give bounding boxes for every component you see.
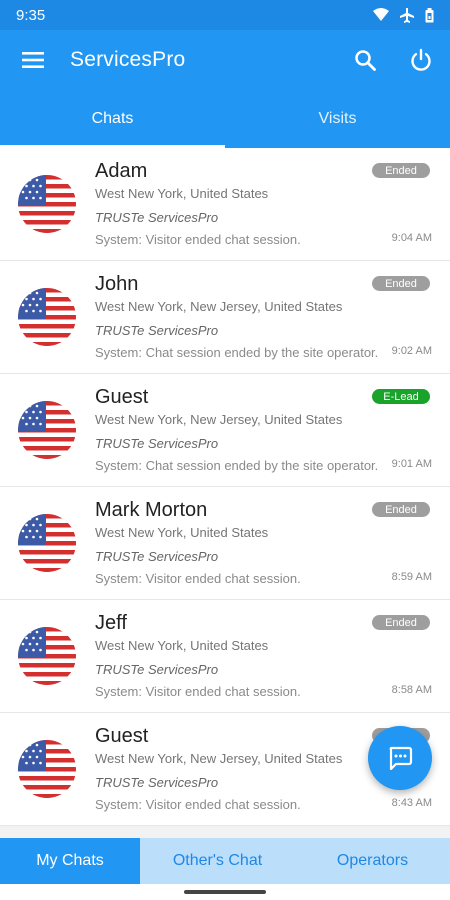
chat-last-message: System: Visitor ended chat session. <box>95 232 301 247</box>
us-flag-icon <box>18 740 76 798</box>
chat-name: John <box>95 273 139 295</box>
search-button[interactable] <box>352 47 378 73</box>
chat-location: West New York, New Jersey, United States <box>95 751 343 766</box>
status-badge: Ended <box>372 276 430 291</box>
chat-time: 8:58 AM <box>391 684 432 696</box>
chat-last-message: System: Chat session ended by the site o… <box>95 345 379 360</box>
app-bar: ServicesPro <box>0 30 450 90</box>
app-title: ServicesPro <box>70 48 186 71</box>
gesture-bar <box>0 884 450 900</box>
chat-name: Guest <box>95 725 149 747</box>
chat-location: West New York, United States <box>95 525 269 540</box>
chat-site: TRUSTe ServicesPro <box>95 436 219 451</box>
power-button[interactable] <box>408 47 434 73</box>
nav-others-chat[interactable]: Other's Chat <box>140 838 295 884</box>
chat-location: West New York, New Jersey, United States <box>95 299 343 314</box>
chat-list-item[interactable]: Adam West New York, United States TRUSTe… <box>0 148 450 261</box>
tab-visits[interactable]: Visits <box>225 90 450 148</box>
us-flag-icon <box>18 401 76 459</box>
us-flag-icon <box>18 288 76 346</box>
chat-time: 9:02 AM <box>391 345 432 357</box>
chat-site: TRUSTe ServicesPro <box>95 662 219 677</box>
chat-name: Jeff <box>95 612 127 634</box>
chat-last-message: System: Visitor ended chat session. <box>95 797 301 812</box>
chat-time: 8:59 AM <box>391 571 432 583</box>
airplane-icon <box>400 8 414 23</box>
status-time: 9:35 <box>16 6 46 24</box>
menu-button[interactable] <box>20 47 46 73</box>
status-badge: Ended <box>372 163 430 178</box>
chat-site: TRUSTe ServicesPro <box>95 210 219 225</box>
chat-list-item[interactable]: Guest West New York, New Jersey, United … <box>0 374 450 487</box>
chat-last-message: System: Visitor ended chat session. <box>95 571 301 586</box>
home-indicator[interactable] <box>184 890 266 894</box>
us-flag-icon <box>18 514 76 572</box>
tab-bar: Chats Visits <box>0 90 450 148</box>
chat-name: Adam <box>95 160 148 182</box>
chat-location: West New York, United States <box>95 638 269 653</box>
us-flag-icon <box>18 175 76 233</box>
wifi-icon <box>373 8 389 21</box>
chat-site: TRUSTe ServicesPro <box>95 549 219 564</box>
chat-site: TRUSTe ServicesPro <box>95 323 219 338</box>
battery-icon <box>425 7 434 22</box>
chat-name: Mark Morton <box>95 499 208 521</box>
chat-list-item[interactable]: John West New York, New Jersey, United S… <box>0 261 450 374</box>
chat-list-item[interactable]: Jeff West New York, United States TRUSTe… <box>0 600 450 713</box>
status-bar: 9:35 <box>0 0 450 30</box>
us-flag-icon <box>18 627 76 685</box>
bottom-navigation: My Chats Other's Chat Operators <box>0 838 450 884</box>
chat-last-message: System: Chat session ended by the site o… <box>95 458 379 473</box>
new-chat-fab[interactable] <box>368 726 432 790</box>
search-icon <box>355 50 376 71</box>
chat-time: 9:04 AM <box>391 232 432 244</box>
chat-time: 9:01 AM <box>391 458 432 470</box>
chat-list-item[interactable]: Mark Morton West New York, United States… <box>0 487 450 600</box>
status-badge: E-Lead <box>372 389 430 404</box>
chat-location: West New York, New Jersey, United States <box>95 412 343 427</box>
power-icon <box>411 48 431 71</box>
chat-time: 8:43 AM <box>391 797 432 809</box>
nav-operators[interactable]: Operators <box>295 838 450 884</box>
tab-chats[interactable]: Chats <box>0 90 225 148</box>
nav-my-chats[interactable]: My Chats <box>0 838 140 884</box>
chat-site: TRUSTe ServicesPro <box>95 775 219 790</box>
menu-icon <box>22 52 44 68</box>
status-badge: Ended <box>372 502 430 517</box>
chat-last-message: System: Visitor ended chat session. <box>95 684 301 699</box>
chat-bubble-icon <box>389 746 413 771</box>
chat-name: Guest <box>95 386 149 408</box>
status-badge: Ended <box>372 615 430 630</box>
status-icons <box>373 7 434 23</box>
chat-location: West New York, United States <box>95 186 269 201</box>
